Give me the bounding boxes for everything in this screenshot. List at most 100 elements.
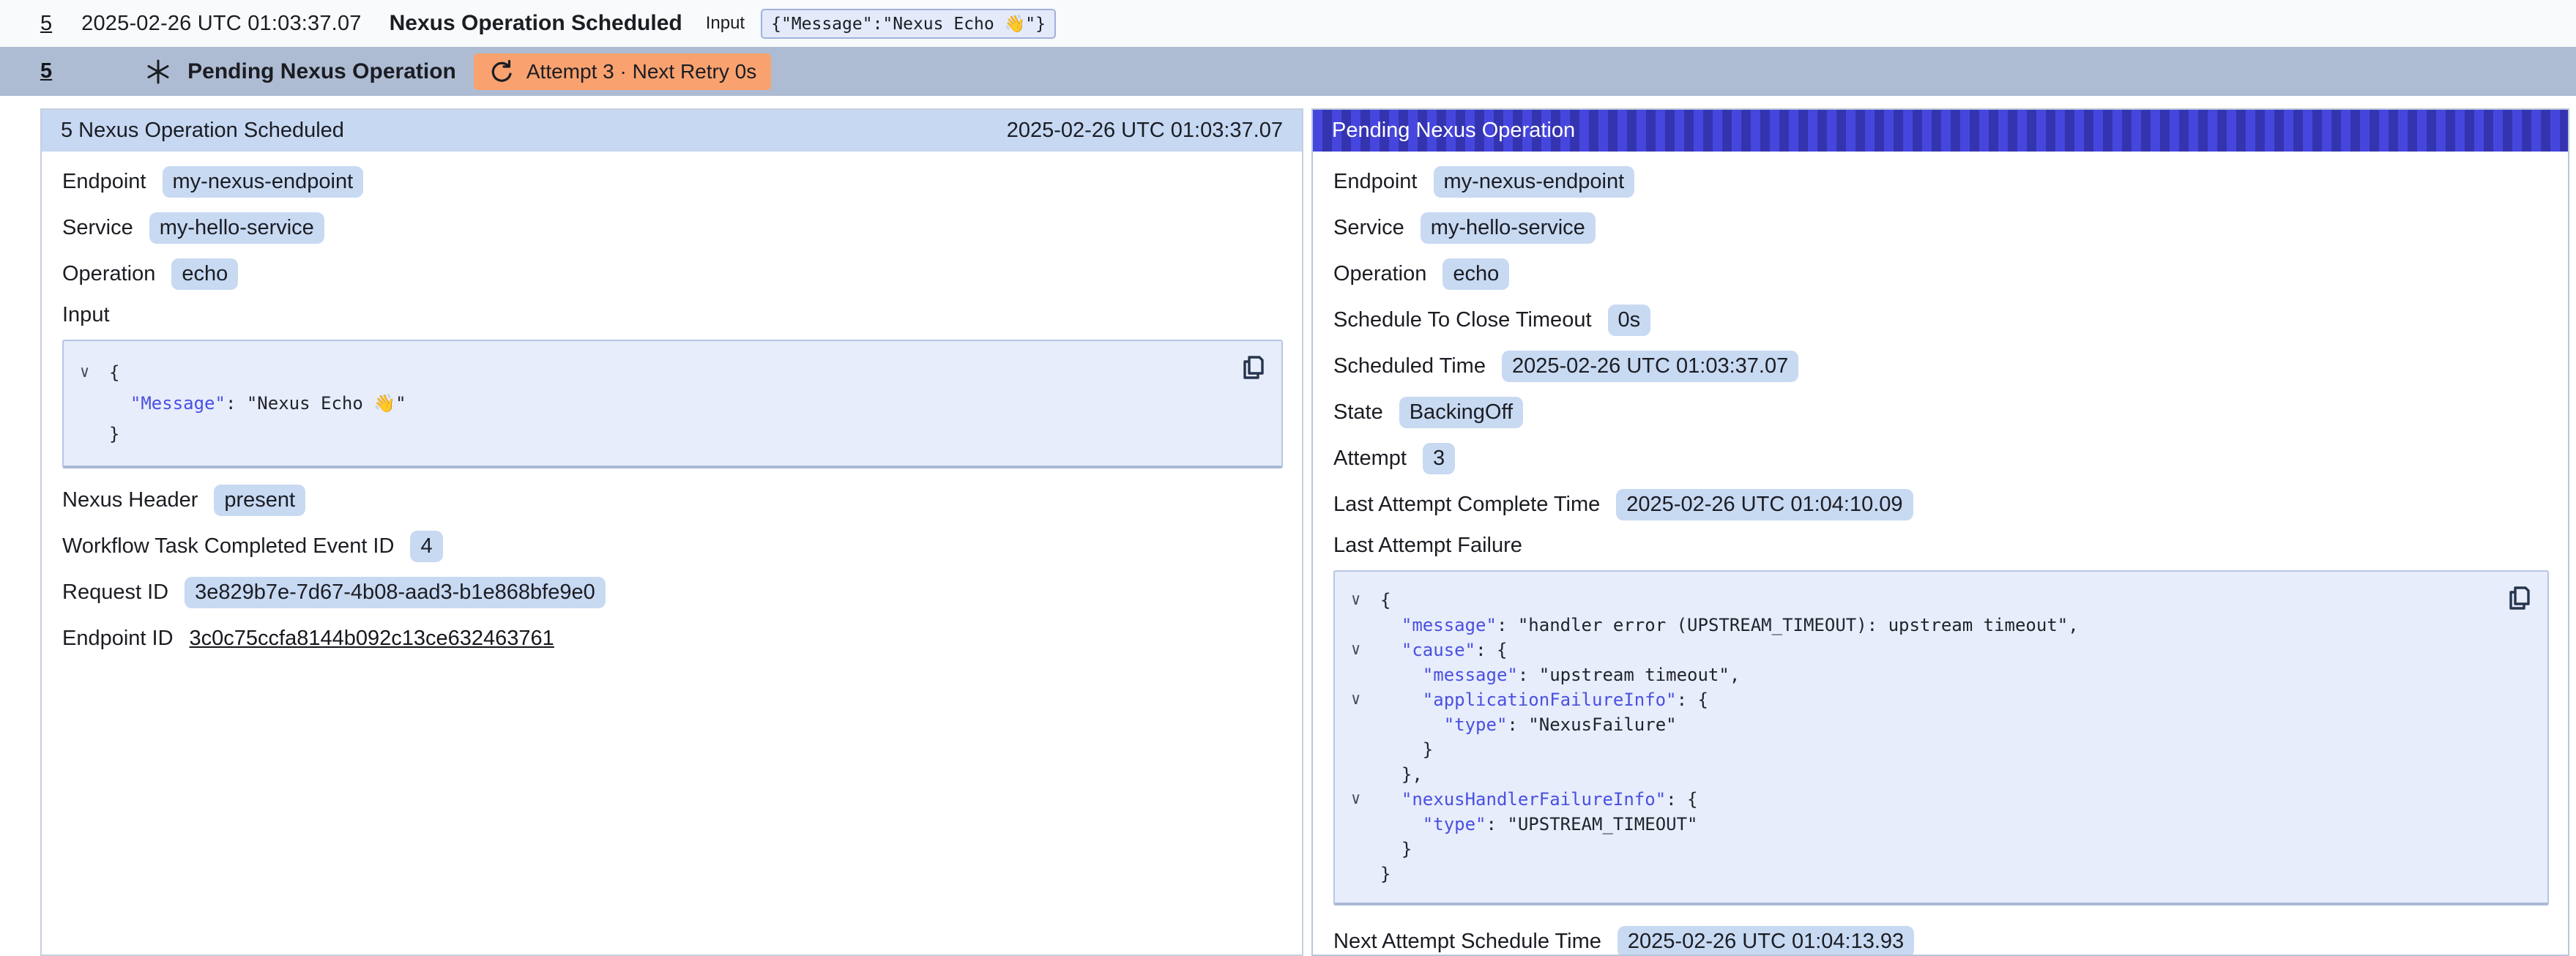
- code-text: "message": "handler error (UPSTREAM_TIME…: [1380, 615, 2079, 635]
- code-text: }: [1380, 839, 1412, 859]
- code-line: }: [1351, 737, 2496, 762]
- field-label: Operation: [62, 262, 155, 286]
- field-label: State: [1333, 400, 1383, 425]
- field-row: Attempt 3: [1333, 441, 2549, 475]
- code-text: }: [1380, 864, 1391, 884]
- code-line: ∨{: [1351, 588, 2496, 613]
- code-text: },: [1380, 764, 1423, 785]
- field-value-badge: my-nexus-endpoint: [1434, 166, 1635, 198]
- field-label: Scheduled Time: [1333, 354, 1486, 378]
- field-row: Endpoint my-nexus-endpoint: [62, 165, 1283, 198]
- endpoint-id-link[interactable]: 3c0c75ccfa8144b092c13ce632463761: [190, 627, 554, 651]
- code-line: }: [1351, 862, 2496, 886]
- field-row: Endpoint ID 3c0c75ccfa8144b092c13ce632463…: [62, 621, 1283, 655]
- code-text: "cause": {: [1380, 640, 1507, 660]
- field-value-badge: 2025-02-26 UTC 01:03:37.07: [1502, 351, 1798, 382]
- field-label: Nexus Header: [62, 488, 198, 512]
- code-text: "nexusHandlerFailureInfo": {: [1380, 789, 1698, 810]
- field-row: State BackingOff: [1333, 395, 2549, 429]
- pending-operation-row[interactable]: 5 Pending Nexus Operation Attempt 3 · Ne…: [0, 47, 2576, 96]
- event-summary-row[interactable]: 5 2025-02-26 UTC 01:03:37.07 Nexus Opera…: [0, 0, 2576, 47]
- code-text: "type": "NexusFailure": [1380, 714, 1677, 735]
- input-label: Input: [706, 13, 745, 34]
- chevron-down-icon[interactable]: ∨: [1351, 642, 1380, 658]
- code-line: "message": "upstream timeout",: [1351, 662, 2496, 687]
- field-row: Last Attempt Complete Time 2025-02-26 UTC…: [1333, 488, 2549, 521]
- field-value-badge: 0s: [1608, 305, 1651, 336]
- field-value-badge: 3: [1423, 443, 1455, 474]
- field-value-badge: echo: [1443, 258, 1509, 290]
- input-preview-badge: {"Message":"Nexus Echo 👋"}: [761, 9, 1056, 39]
- field-value-badge: 2025-02-26 UTC 01:04:13.93: [1618, 926, 1914, 956]
- field-row: Service my-hello-service: [62, 211, 1283, 244]
- field-row: Operation echo: [1333, 257, 2549, 291]
- code-text: "message": "upstream timeout",: [1380, 665, 1740, 685]
- event-detail-group: 5 Nexus Operation Scheduled 2025-02-26 U…: [40, 108, 2569, 956]
- retry-arrow-icon: [488, 59, 515, 85]
- field-label: Request ID: [62, 580, 168, 605]
- field-value-badge: echo: [171, 258, 238, 290]
- code-text: "applicationFailureInfo": {: [1380, 690, 1708, 710]
- pending-operation-panel: Pending Nexus Operation Endpoint my-nexus…: [1311, 108, 2569, 956]
- field-value-badge: 4: [410, 531, 442, 562]
- code-line: ∨ "cause": {: [1351, 638, 2496, 662]
- retry-badge: Attempt 3 · Next Retry 0s: [474, 53, 771, 90]
- retry-badge-label: Attempt 3 · Next Retry 0s: [526, 60, 756, 83]
- field-label: Operation: [1333, 262, 1426, 286]
- code-line: }: [80, 419, 1230, 449]
- field-row: Next Attempt Schedule Time2025-02-26 UTC…: [1333, 925, 2549, 956]
- field-label: Service: [1333, 216, 1404, 240]
- field-label: Attempt: [1333, 447, 1407, 471]
- field-value-badge: 3e829b7e-7d67-4b08-aad3-b1e868bfe9e0: [185, 577, 606, 608]
- pending-panel-header: Pending Nexus Operation: [1313, 110, 2568, 152]
- code-line: ∨{: [80, 357, 1230, 388]
- field-row: Request ID 3e829b7e-7d67-4b08-aad3-b1e868…: [62, 575, 1283, 609]
- copy-icon[interactable]: [2505, 583, 2534, 616]
- code-text: {: [1380, 590, 1391, 610]
- copy-icon[interactable]: [1239, 353, 1268, 385]
- code-line: "Message": "Nexus Echo 👋": [80, 388, 1230, 419]
- pending-panel-title: Pending Nexus Operation: [1332, 119, 1575, 143]
- code-text: "Message": "Nexus Echo 👋": [109, 393, 406, 414]
- failure-code-block: ∨{ "message": "handler error (UPSTREAM_T…: [1333, 570, 2549, 905]
- chevron-down-icon[interactable]: ∨: [80, 365, 109, 381]
- field-label: Endpoint ID: [62, 627, 174, 651]
- field-value-badge: my-nexus-endpoint: [163, 166, 364, 198]
- field-value-badge: 2025-02-26 UTC 01:04:10.09: [1616, 489, 1913, 520]
- code-line: ∨ "nexusHandlerFailureInfo": {: [1351, 787, 2496, 812]
- asterisk-spinner-icon: [145, 59, 171, 85]
- field-value-badge: my-hello-service: [149, 212, 324, 244]
- code-text: {: [109, 362, 119, 383]
- field-value-badge: my-hello-service: [1421, 212, 1596, 244]
- code-line: "message": "handler error (UPSTREAM_TIME…: [1351, 613, 2496, 638]
- failure-block-label: Last Attempt Failure: [1333, 534, 2549, 560]
- field-value-badge: present: [214, 485, 305, 516]
- chevron-down-icon[interactable]: ∨: [1351, 791, 1380, 807]
- scheduled-panel-timestamp: 2025-02-26 UTC 01:03:37.07: [1007, 119, 1283, 143]
- field-label: Service: [62, 216, 133, 240]
- code-line: },: [1351, 762, 2496, 787]
- field-label: Last Attempt Complete Time: [1333, 493, 1600, 517]
- code-line: "type": "UPSTREAM_TIMEOUT": [1351, 812, 2496, 837]
- scheduled-event-panel: 5 Nexus Operation Scheduled 2025-02-26 U…: [40, 108, 1303, 956]
- field-row: Endpoint my-nexus-endpoint: [1333, 165, 2549, 198]
- pending-id-link[interactable]: 5: [40, 59, 52, 83]
- chevron-down-icon[interactable]: ∨: [1351, 592, 1380, 608]
- field-row: Workflow Task Completed Event ID4: [62, 529, 1283, 563]
- event-title: Nexus Operation Scheduled: [390, 11, 682, 36]
- event-timestamp: 2025-02-26 UTC 01:03:37.07: [81, 12, 361, 36]
- field-label: Endpoint: [62, 170, 146, 194]
- input-code-block: ∨{ "Message": "Nexus Echo 👋"}: [62, 340, 1283, 468]
- event-id-link[interactable]: 5: [40, 12, 52, 36]
- field-label: Endpoint: [1333, 170, 1418, 194]
- chevron-down-icon[interactable]: ∨: [1351, 692, 1380, 708]
- code-line: }: [1351, 837, 2496, 862]
- code-text: }: [109, 424, 119, 444]
- field-value-badge: BackingOff: [1399, 397, 1523, 428]
- code-line: ∨ "applicationFailureInfo": {: [1351, 687, 2496, 712]
- scheduled-panel-title: 5 Nexus Operation Scheduled: [61, 119, 344, 143]
- field-row: Nexus Header present: [62, 483, 1283, 517]
- field-row: Scheduled Time 2025-02-26 UTC 01:03:37.07: [1333, 349, 2549, 383]
- field-row: Operation echo: [62, 257, 1283, 291]
- field-row: Service my-hello-service: [1333, 211, 2549, 244]
